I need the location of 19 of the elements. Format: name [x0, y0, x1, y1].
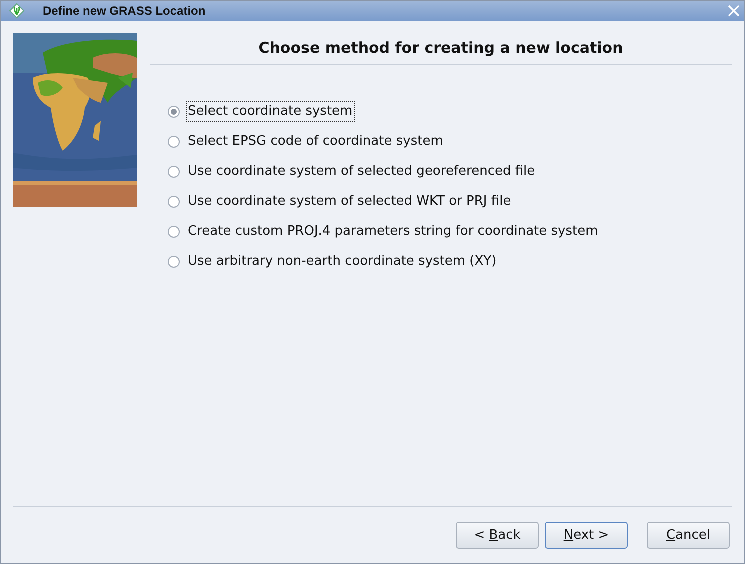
- page-heading: Choose method for creating a new location: [150, 33, 732, 65]
- option-label[interactable]: Select EPSG code of coordinate system: [186, 131, 446, 152]
- radio-button[interactable]: [168, 256, 180, 268]
- dialog-button[interactable]: Next >: [545, 522, 628, 548]
- window-title: Define new GRASS Location: [43, 4, 207, 18]
- option-label[interactable]: Use coordinate system of selected WKT or PRJ file: [186, 191, 514, 212]
- app-icon: [9, 3, 25, 19]
- option-label[interactable]: Use arbitrary non-earth coordinate system (XY): [186, 251, 499, 272]
- dialog-button[interactable]: Cancel: [647, 522, 730, 548]
- radio-button[interactable]: [168, 136, 180, 148]
- radio-button[interactable]: [168, 196, 180, 208]
- radio-button[interactable]: [168, 166, 180, 178]
- option-label[interactable]: Use coordinate system of selected georeferenced file: [186, 161, 538, 182]
- dialog-button[interactable]: < Back: [456, 522, 539, 548]
- radio-button[interactable]: [168, 106, 180, 118]
- option-label[interactable]: Select coordinate system: [186, 101, 355, 122]
- radio-button[interactable]: [168, 226, 180, 238]
- option-label[interactable]: Create custom PROJ.4 parameters string for coordinate system: [186, 221, 600, 242]
- close-icon[interactable]: [728, 5, 740, 17]
